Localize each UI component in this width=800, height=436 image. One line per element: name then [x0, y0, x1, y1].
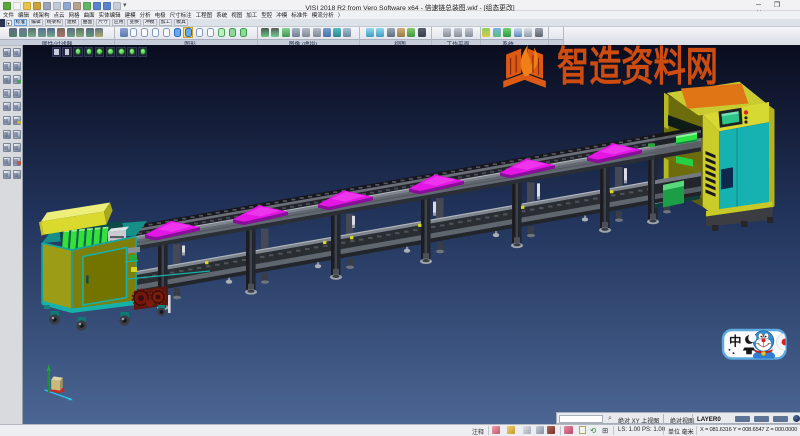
svg-text:中: 中: [729, 334, 742, 349]
svg-text:智造资料网: 智造资料网: [557, 45, 718, 90]
